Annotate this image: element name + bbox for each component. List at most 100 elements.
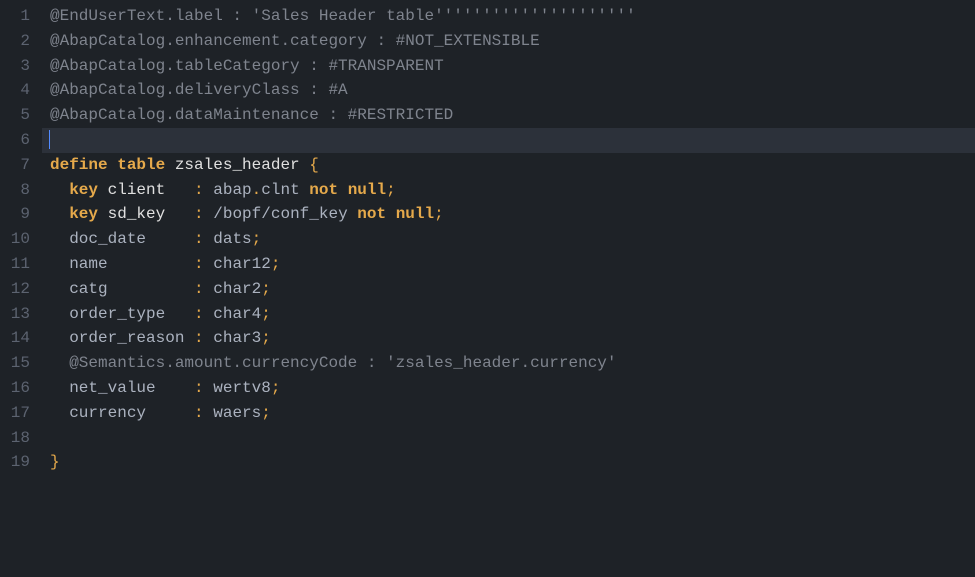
code-token: : [194, 181, 213, 199]
line-number: 19 [8, 450, 30, 475]
code-token [50, 354, 69, 372]
line-number: 10 [8, 227, 30, 252]
text-cursor [49, 130, 50, 149]
code-token: client [108, 181, 194, 199]
line-number-gutter: 12345678910111213141516171819 [0, 0, 42, 577]
code-token: key [69, 181, 98, 199]
code-token: waers [213, 404, 261, 422]
code-token: @EndUserText.label : [50, 7, 252, 25]
code-token: order_reason [69, 329, 194, 347]
code-line[interactable]: currency : waers; [42, 401, 975, 426]
code-line[interactable] [42, 128, 975, 153]
code-token: dats [213, 230, 251, 248]
code-line[interactable]: order_reason : char3; [42, 326, 975, 351]
code-token: @AbapCatalog.deliveryClass : #A [50, 81, 348, 99]
code-token: key [69, 205, 98, 223]
code-token [50, 404, 69, 422]
line-number: 16 [8, 376, 30, 401]
line-number: 13 [8, 302, 30, 327]
code-token: ; [271, 379, 281, 397]
code-token [98, 205, 108, 223]
code-token: currency [69, 404, 194, 422]
code-token: not null [357, 205, 434, 223]
code-line[interactable]: } [42, 450, 975, 475]
code-line[interactable]: @Semantics.amount.currencyCode : 'zsales… [42, 351, 975, 376]
line-number: 18 [8, 426, 30, 451]
code-token: 'Sales Header table''''''''''''''''''''' [252, 7, 636, 25]
code-token: char2 [213, 280, 261, 298]
code-token: catg [69, 280, 194, 298]
code-token: char3 [213, 329, 261, 347]
code-line[interactable]: @AbapCatalog.deliveryClass : #A [42, 78, 975, 103]
code-token: ; [271, 255, 281, 273]
code-token: @AbapCatalog.tableCategory : #TRANSPAREN… [50, 57, 444, 75]
code-token: . [252, 181, 262, 199]
code-token [348, 205, 358, 223]
line-number: 1 [8, 4, 30, 29]
line-number: 3 [8, 54, 30, 79]
code-token: { [309, 156, 319, 174]
code-token [50, 181, 69, 199]
line-number: 2 [8, 29, 30, 54]
code-token [98, 181, 108, 199]
line-number: 4 [8, 78, 30, 103]
code-token: : [194, 305, 213, 323]
code-token: name [69, 255, 194, 273]
code-line[interactable]: define table zsales_header { [42, 153, 975, 178]
line-number: 9 [8, 202, 30, 227]
code-token: abap [213, 181, 251, 199]
code-line[interactable]: key sd_key : /bopf/conf_key not null; [42, 202, 975, 227]
code-token: net_value [69, 379, 194, 397]
code-line[interactable]: catg : char2; [42, 277, 975, 302]
code-editor[interactable]: 12345678910111213141516171819 @EndUserTe… [0, 0, 975, 577]
code-token: : [194, 205, 213, 223]
code-token [50, 205, 69, 223]
code-token [300, 156, 310, 174]
code-token [50, 329, 69, 347]
code-token: } [50, 453, 60, 471]
code-token: wertv8 [213, 379, 271, 397]
code-token: : [194, 404, 213, 422]
code-line[interactable]: @AbapCatalog.enhancement.category : #NOT… [42, 29, 975, 54]
code-token: /bopf/conf_key [213, 205, 347, 223]
code-token [50, 280, 69, 298]
line-number: 15 [8, 351, 30, 376]
code-line[interactable]: doc_date : dats; [42, 227, 975, 252]
code-token: char4 [213, 305, 261, 323]
code-token: order_type [69, 305, 194, 323]
code-line[interactable]: @AbapCatalog.tableCategory : #TRANSPAREN… [42, 54, 975, 79]
code-token: doc_date [69, 230, 194, 248]
code-line[interactable]: key client : abap.clnt not null; [42, 178, 975, 203]
code-token: @AbapCatalog.dataMaintenance : #RESTRICT… [50, 106, 453, 124]
line-number: 17 [8, 401, 30, 426]
code-token [50, 230, 69, 248]
code-token [300, 181, 310, 199]
code-token: : [194, 379, 213, 397]
line-number: 14 [8, 326, 30, 351]
code-token: ; [261, 404, 271, 422]
code-token: : [194, 329, 213, 347]
code-line[interactable]: @EndUserText.label : 'Sales Header table… [42, 4, 975, 29]
code-token: char12 [213, 255, 271, 273]
code-token: not null [309, 181, 386, 199]
code-token: ; [252, 230, 262, 248]
code-area[interactable]: @EndUserText.label : 'Sales Header table… [42, 0, 975, 577]
code-token: @Semantics.amount.currencyCode : 'zsales… [69, 354, 616, 372]
code-token [50, 255, 69, 273]
code-token: zsales_header [175, 156, 300, 174]
code-token: : [194, 230, 213, 248]
line-number: 6 [8, 128, 30, 153]
line-number: 11 [8, 252, 30, 277]
code-token [50, 305, 69, 323]
line-number: 5 [8, 103, 30, 128]
code-line[interactable] [42, 426, 975, 451]
code-token: ; [434, 205, 444, 223]
code-line[interactable]: @AbapCatalog.dataMaintenance : #RESTRICT… [42, 103, 975, 128]
code-line[interactable]: net_value : wertv8; [42, 376, 975, 401]
code-token: sd_key [108, 205, 194, 223]
code-token: ; [261, 305, 271, 323]
code-token: @AbapCatalog.enhancement.category : #NOT… [50, 32, 540, 50]
code-line[interactable]: order_type : char4; [42, 302, 975, 327]
code-line[interactable]: name : char12; [42, 252, 975, 277]
code-token [50, 379, 69, 397]
